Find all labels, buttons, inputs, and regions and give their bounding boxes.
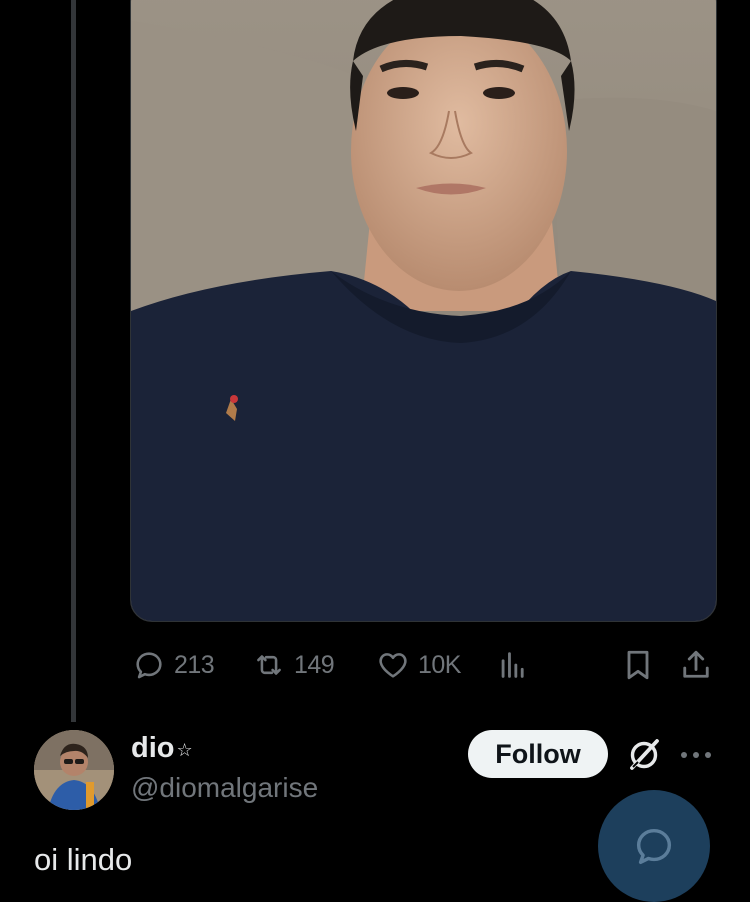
speech-bubble-icon	[136, 652, 162, 679]
heart-icon	[379, 653, 407, 678]
reply-author-handle[interactable]: @diomalgarise	[131, 772, 318, 804]
like-count: 10K	[418, 650, 461, 679]
retweet-icon	[257, 655, 281, 675]
more-dots-icon[interactable]	[680, 748, 712, 760]
star-badge-icon: ☆	[176, 740, 193, 760]
avatar-illustration	[34, 730, 114, 810]
retweet-action[interactable]: 149	[252, 640, 335, 690]
reply-text: oi lindo	[34, 842, 133, 877]
bookmark-action[interactable]	[620, 640, 656, 690]
like-action[interactable]: 10K	[376, 640, 461, 690]
share-icon	[683, 650, 709, 678]
photo-illustration	[131, 0, 716, 621]
reply-action[interactable]: 213	[132, 640, 215, 690]
grok-icon[interactable]	[624, 735, 664, 775]
retweet-count: 149	[294, 650, 335, 679]
follow-button[interactable]: Follow	[468, 730, 608, 778]
thread-line	[71, 0, 76, 722]
share-action[interactable]	[678, 640, 714, 690]
compose-reply-icon	[636, 828, 672, 865]
bar-chart-icon	[501, 652, 524, 678]
post-media-image[interactable]	[130, 0, 717, 622]
compose-reply-button[interactable]	[598, 790, 710, 902]
avatar[interactable]	[34, 730, 114, 810]
views-action[interactable]	[496, 640, 530, 690]
reply-author-name[interactable]: dio ☆	[131, 732, 193, 765]
bookmark-icon	[627, 650, 649, 680]
display-name-text: dio	[131, 732, 175, 764]
post-action-bar: 213 149 10K	[130, 640, 715, 690]
reply-count: 213	[174, 650, 215, 679]
